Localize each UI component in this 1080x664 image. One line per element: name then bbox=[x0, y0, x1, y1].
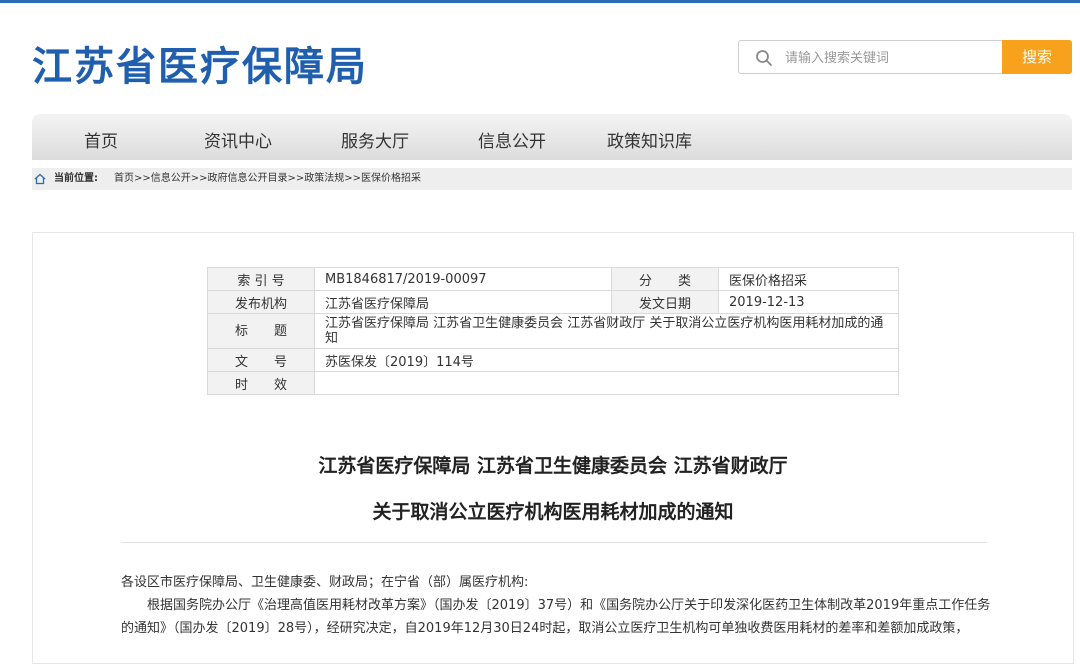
top-accent-line bbox=[0, 0, 1080, 3]
document-meta-table: 索 引 号 MB1846817/2019-00097 分 类 医保价格招采 发布… bbox=[207, 267, 899, 395]
nav-item-info-disclosure[interactable]: 信息公开 bbox=[478, 127, 546, 152]
main-nav: 首页 资讯中心 服务大厅 信息公开 政策知识库 bbox=[32, 114, 1072, 160]
article-title-line2: 关于取消公立医疗机构医用耗材加成的通知 bbox=[372, 501, 734, 523]
publisher-value: 江苏省医疗保障局 bbox=[314, 290, 612, 314]
title-divider bbox=[121, 542, 987, 543]
home-icon bbox=[34, 173, 46, 185]
content-panel: 索 引 号 MB1846817/2019-00097 分 类 医保价格招采 发布… bbox=[32, 232, 1074, 664]
breadcrumb: 当前位置: 首页>>信息公开>>政府信息公开目录>>政策法规>>医保价格招采 bbox=[32, 168, 1072, 190]
index-value: MB1846817/2019-00097 bbox=[314, 267, 612, 291]
docno-label: 文 号 bbox=[207, 348, 315, 372]
nav-item-services[interactable]: 服务大厅 bbox=[341, 127, 409, 152]
search-button[interactable]: 搜索 bbox=[1002, 40, 1072, 74]
date-label: 发文日期 bbox=[611, 290, 719, 314]
article-title-line1: 江苏省医疗保障局 江苏省卫生健康委员会 江苏省财政厅 bbox=[318, 455, 788, 477]
article-paragraph: 根据国务院办公厅《治理高值医用耗材改革方案》（国办发〔2019〕37号）和《国务… bbox=[121, 598, 991, 636]
search-bar: 搜索 bbox=[738, 40, 1072, 74]
category-label: 分 类 bbox=[611, 267, 719, 291]
validity-label: 时 效 bbox=[207, 371, 315, 395]
nav-item-news[interactable]: 资讯中心 bbox=[204, 127, 272, 152]
search-box bbox=[738, 40, 1003, 74]
title-value: 江苏省医疗保障局 江苏省卫生健康委员会 江苏省财政厅 关于取消公立医疗机构医用耗… bbox=[314, 313, 899, 349]
date-value: 2019-12-13 bbox=[718, 290, 899, 314]
index-label: 索 引 号 bbox=[207, 267, 315, 291]
site-logo[interactable]: 江苏省医疗保障局 bbox=[32, 34, 368, 92]
breadcrumb-path[interactable]: 首页>>信息公开>>政府信息公开目录>>政策法规>>医保价格招采 bbox=[114, 168, 421, 190]
validity-value bbox=[314, 371, 899, 395]
article-body: 各设区市医疗保障局、卫生健康委、财政局；在宁省（部）属医疗机构: 根据国务院办公… bbox=[121, 571, 1001, 640]
publisher-label: 发布机构 bbox=[207, 290, 315, 314]
docno-value: 苏医保发〔2019〕114号 bbox=[314, 348, 899, 372]
title-label: 标 题 bbox=[207, 313, 315, 349]
article-greeting: 各设区市医疗保障局、卫生健康委、财政局；在宁省（部）属医疗机构: bbox=[121, 575, 529, 590]
nav-item-policy-library[interactable]: 政策知识库 bbox=[607, 127, 692, 152]
category-value: 医保价格招采 bbox=[718, 267, 899, 291]
breadcrumb-label: 当前位置: bbox=[54, 173, 98, 184]
search-icon bbox=[756, 50, 772, 66]
search-input[interactable] bbox=[783, 47, 997, 69]
nav-item-home[interactable]: 首页 bbox=[84, 127, 118, 152]
